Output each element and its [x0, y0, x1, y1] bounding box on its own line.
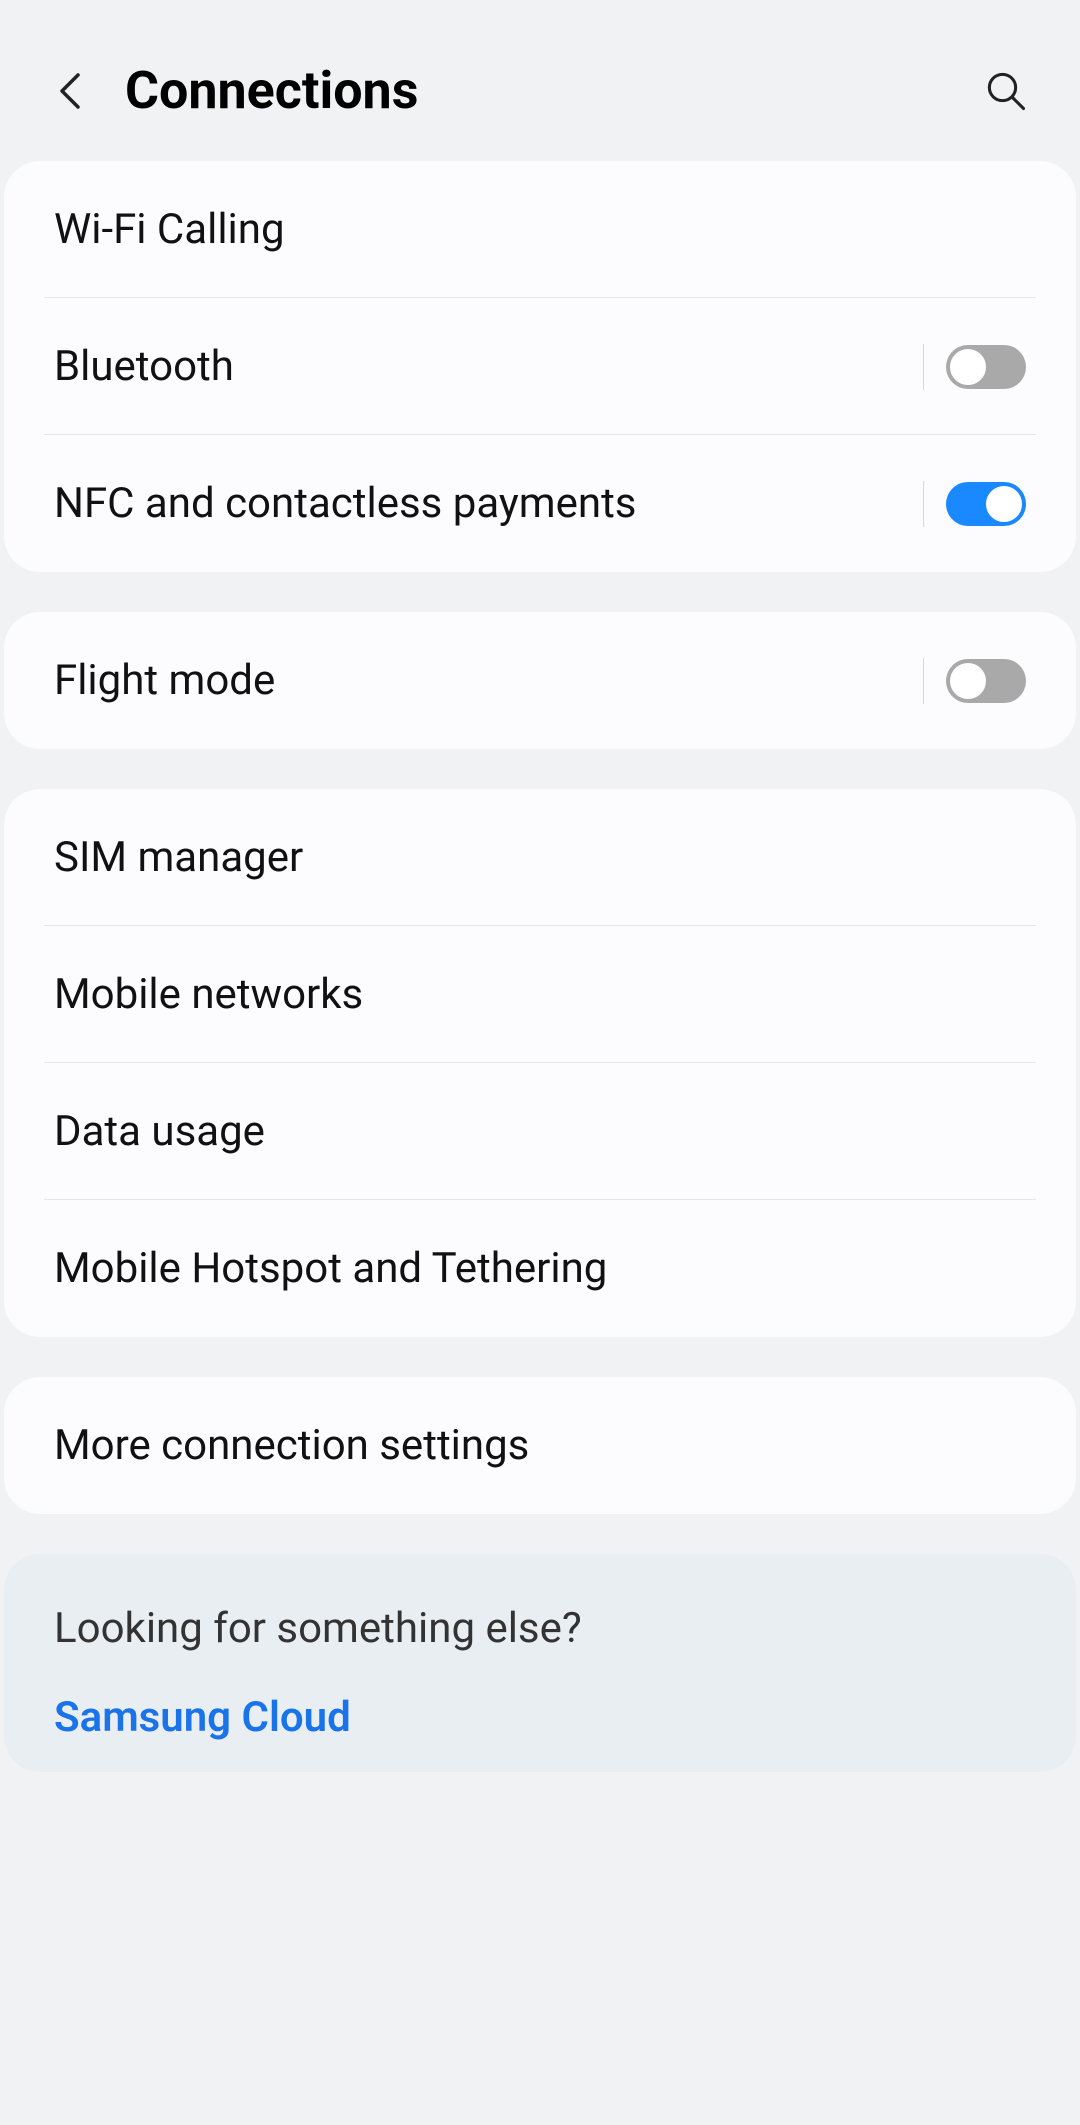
back-icon[interactable]	[50, 71, 90, 111]
samsung-cloud-link[interactable]: Samsung Cloud	[54, 1693, 1026, 1742]
row-label: Wi-Fi Calling	[54, 205, 1026, 254]
search-icon[interactable]	[982, 67, 1030, 115]
settings-group-4: More connection settings	[4, 1377, 1076, 1514]
row-label: Flight mode	[54, 656, 923, 705]
bluetooth-row[interactable]: Bluetooth	[4, 298, 1076, 435]
toggle-wrap	[923, 481, 1026, 527]
row-label: SIM manager	[54, 833, 1026, 882]
divider	[923, 481, 924, 527]
discover-title: Looking for something else?	[54, 1604, 1026, 1653]
row-label: More connection settings	[54, 1421, 1026, 1470]
header: Connections	[0, 0, 1080, 161]
discover-card: Looking for something else? Samsung Clou…	[4, 1554, 1076, 1772]
mobile-networks-row[interactable]: Mobile networks	[4, 926, 1076, 1063]
row-label: Mobile networks	[54, 970, 1026, 1019]
data-usage-row[interactable]: Data usage	[4, 1063, 1076, 1200]
row-label: NFC and contactless payments	[54, 479, 923, 528]
divider	[923, 658, 924, 704]
flight-mode-row[interactable]: Flight mode	[4, 612, 1076, 749]
page-title: Connections	[125, 60, 947, 121]
flight-mode-toggle[interactable]	[946, 659, 1026, 703]
toggle-wrap	[923, 344, 1026, 390]
nfc-row[interactable]: NFC and contactless payments	[4, 435, 1076, 572]
wifi-calling-row[interactable]: Wi-Fi Calling	[4, 161, 1076, 298]
row-label: Data usage	[54, 1107, 1026, 1156]
mobile-hotspot-row[interactable]: Mobile Hotspot and Tethering	[4, 1200, 1076, 1337]
nfc-toggle[interactable]	[946, 482, 1026, 526]
divider	[923, 344, 924, 390]
row-label: Mobile Hotspot and Tethering	[54, 1244, 1026, 1293]
row-label: Bluetooth	[54, 342, 923, 391]
toggle-wrap	[923, 658, 1026, 704]
bluetooth-toggle[interactable]	[946, 345, 1026, 389]
settings-group-2: Flight mode	[4, 612, 1076, 749]
sim-manager-row[interactable]: SIM manager	[4, 789, 1076, 926]
more-connection-settings-row[interactable]: More connection settings	[4, 1377, 1076, 1514]
settings-group-3: SIM manager Mobile networks Data usage M…	[4, 789, 1076, 1337]
settings-group-1: Wi-Fi Calling Bluetooth NFC and contactl…	[4, 161, 1076, 572]
